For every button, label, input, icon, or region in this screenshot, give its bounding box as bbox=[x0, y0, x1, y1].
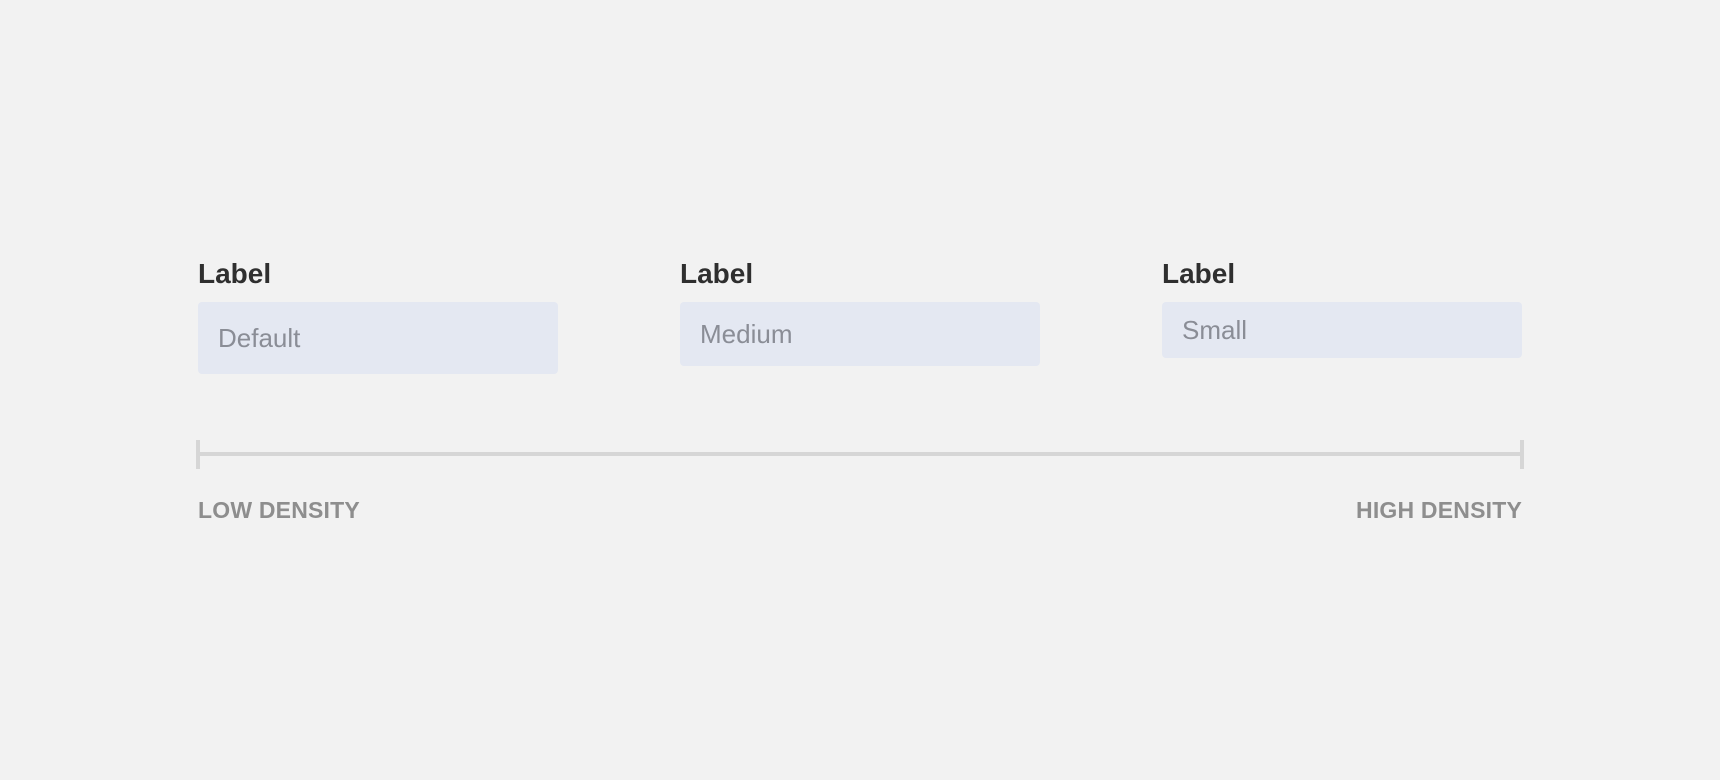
field-label-medium: Label bbox=[680, 258, 754, 289]
field-medium: Label bbox=[680, 258, 1040, 366]
field-label-default: Label bbox=[198, 258, 272, 289]
text-input-default[interactable] bbox=[198, 302, 558, 374]
density-scale-tick-left bbox=[196, 440, 200, 469]
field-default: Label bbox=[198, 258, 558, 374]
density-scale-tick-right bbox=[1520, 440, 1524, 469]
high-density-label: HIGH DENSITY bbox=[1356, 497, 1522, 523]
low-density-label: LOW DENSITY bbox=[198, 497, 360, 523]
text-input-small[interactable] bbox=[1162, 302, 1522, 358]
field-small: Label bbox=[1162, 258, 1522, 358]
density-scale bbox=[196, 440, 1524, 470]
text-input-medium[interactable] bbox=[680, 302, 1040, 366]
field-label-small: Label bbox=[1162, 258, 1236, 289]
density-scale-line bbox=[196, 452, 1524, 456]
